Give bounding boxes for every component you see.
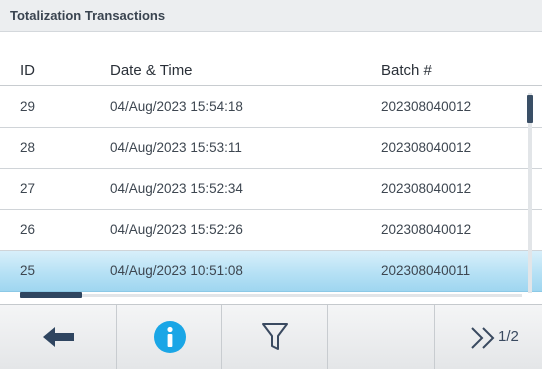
cell-datetime: 04/Aug/2023 15:52:34 <box>110 181 243 196</box>
column-header-batch: Batch # <box>381 62 432 79</box>
next-page-button[interactable]: 1/2 <box>435 305 542 369</box>
vertical-scrollbar[interactable] <box>528 93 532 293</box>
vertical-scroll-thumb[interactable] <box>527 95 533 123</box>
page-title: Totalization Transactions <box>10 8 166 23</box>
horizontal-scrollbar[interactable] <box>20 294 522 297</box>
cell-id: 26 <box>20 222 36 237</box>
filter-button[interactable] <box>222 305 328 369</box>
table-row[interactable]: 29 04/Aug/2023 15:54:18 202308040012 <box>0 87 542 128</box>
cell-batch: 202308040012 <box>381 181 472 196</box>
page-indicator: 1/2 <box>498 328 519 345</box>
cell-id: 27 <box>20 181 36 196</box>
double-chevron-right-icon <box>471 327 495 349</box>
cell-batch: 202308040012 <box>381 140 472 155</box>
table-row[interactable]: 28 04/Aug/2023 15:53:11 202308040012 <box>0 128 542 169</box>
column-header-id: ID <box>20 62 35 79</box>
softkey-bar: 1/2 <box>0 304 542 369</box>
filter-icon <box>262 323 288 350</box>
cell-batch: 202308040012 <box>381 99 472 114</box>
table-row[interactable]: 27 04/Aug/2023 15:52:34 202308040012 <box>0 169 542 210</box>
table-row-selected[interactable]: 25 04/Aug/2023 10:51:08 202308040011 <box>0 251 542 292</box>
info-icon <box>154 321 186 353</box>
cell-batch: 202308040012 <box>381 222 472 237</box>
cell-datetime: 04/Aug/2023 15:52:26 <box>110 222 243 237</box>
cell-datetime: 04/Aug/2023 15:54:18 <box>110 99 243 114</box>
empty-softkey <box>328 305 435 369</box>
cell-datetime: 04/Aug/2023 15:53:11 <box>110 140 242 155</box>
arrow-left-icon <box>43 327 74 347</box>
horizontal-scroll-thumb[interactable] <box>20 292 82 298</box>
back-button[interactable] <box>0 305 117 369</box>
column-header-datetime: Date & Time <box>110 62 193 79</box>
info-button[interactable] <box>117 305 222 369</box>
cell-datetime: 04/Aug/2023 10:51:08 <box>110 263 243 278</box>
title-bar: Totalization Transactions <box>0 0 542 32</box>
cell-id: 29 <box>20 99 36 114</box>
table-header: ID Date & Time Batch # <box>0 56 542 86</box>
table-row[interactable]: 26 04/Aug/2023 15:52:26 202308040012 <box>0 210 542 251</box>
cell-id: 25 <box>20 263 36 278</box>
cell-batch: 202308040011 <box>381 263 471 278</box>
cell-id: 28 <box>20 140 36 155</box>
